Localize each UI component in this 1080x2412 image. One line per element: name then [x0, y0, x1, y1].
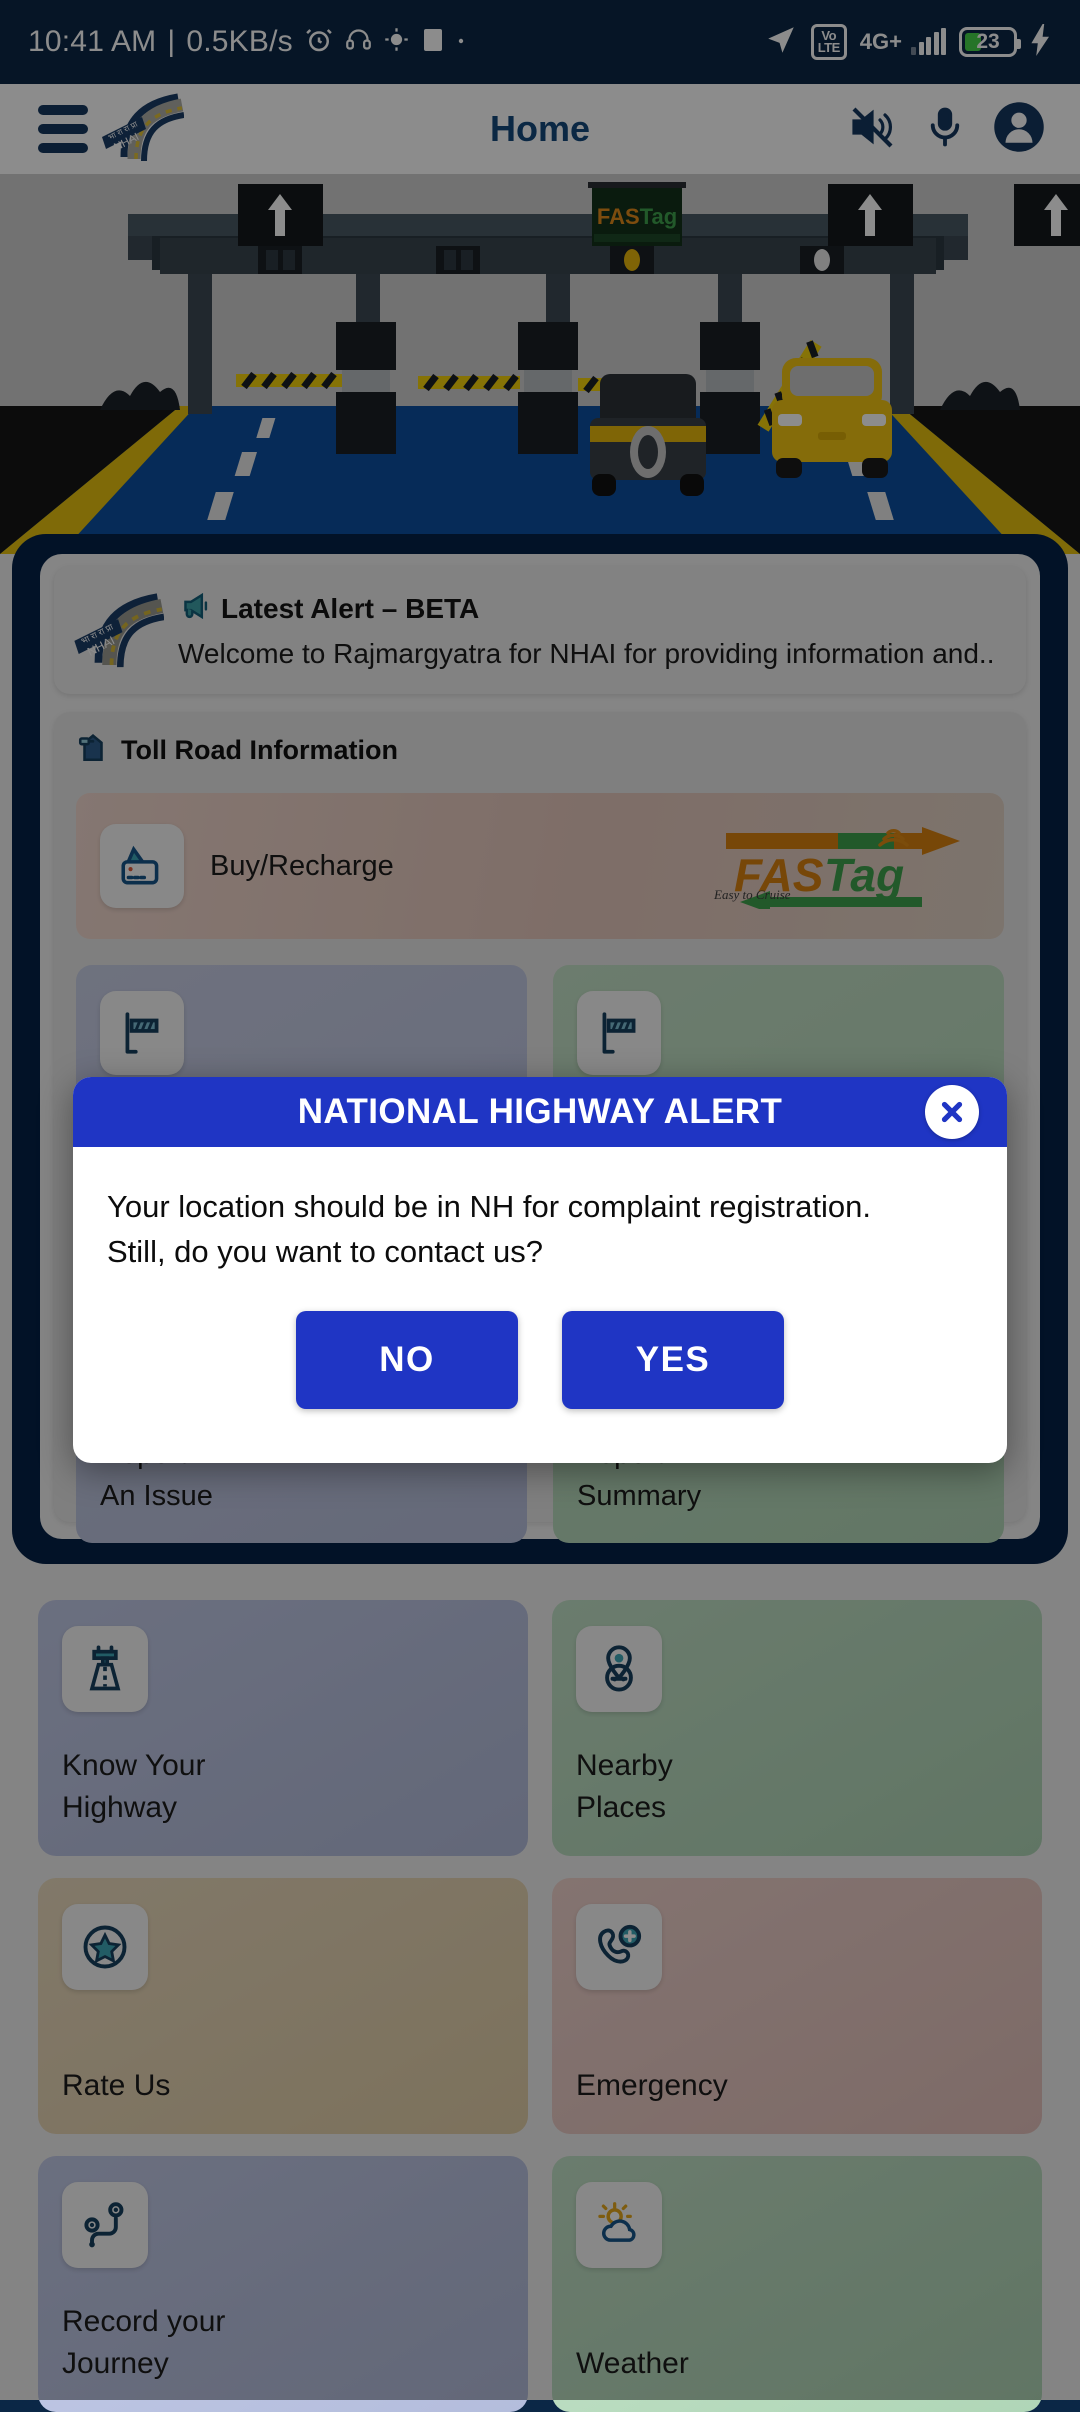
no-button[interactable]: NO [296, 1310, 518, 1409]
dialog-body: Your location should be in NH for compla… [73, 1147, 1007, 1463]
dialog-title: NATIONAL HIGHWAY ALERT [297, 1092, 783, 1131]
dialog-layer: NATIONAL HIGHWAY ALERT Your location sho… [0, 0, 1080, 2400]
national-highway-alert-dialog: NATIONAL HIGHWAY ALERT Your location sho… [73, 1077, 1007, 1463]
dialog-actions: NO YES [107, 1275, 973, 1463]
yes-button[interactable]: YES [562, 1310, 784, 1409]
dialog-header: NATIONAL HIGHWAY ALERT [73, 1077, 1007, 1147]
dialog-message: Your location should be in NH for compla… [107, 1189, 871, 1269]
close-icon[interactable] [925, 1085, 979, 1139]
